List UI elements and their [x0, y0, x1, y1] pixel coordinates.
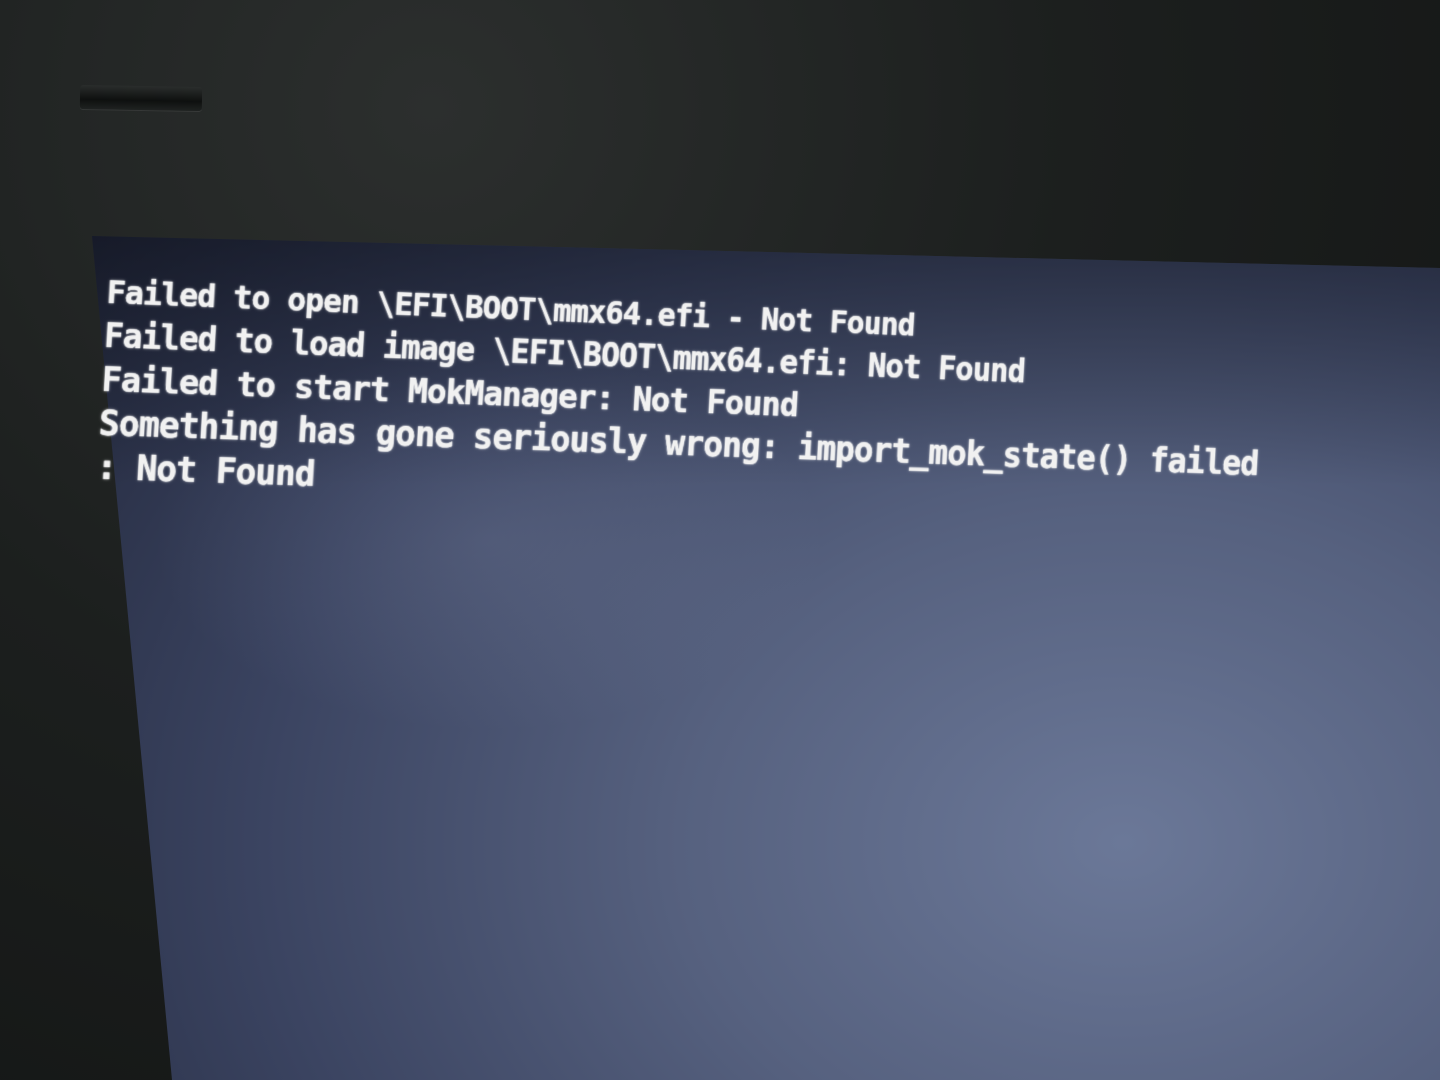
- screen-glare: [92, 236, 1440, 1080]
- monitor-photo: Failed to open \EFI\BOOT\mmx64.efi - Not…: [0, 0, 1440, 1080]
- monitor-bezel-slot: [79, 84, 203, 112]
